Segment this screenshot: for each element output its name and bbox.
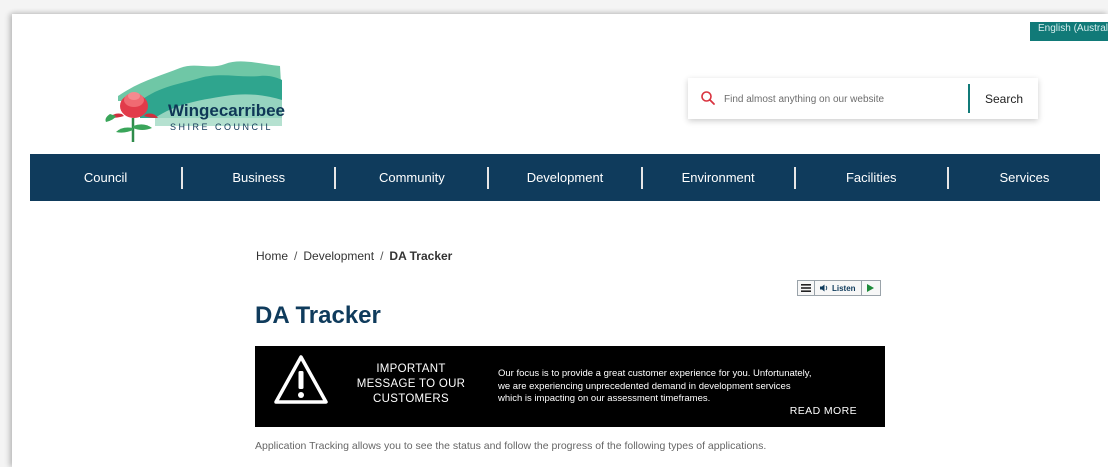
listen-menu-button[interactable] (798, 281, 815, 295)
menu-icon (801, 284, 811, 292)
speaker-icon (820, 284, 828, 292)
search-input[interactable] (722, 88, 966, 110)
nav-item-development[interactable]: Development (489, 154, 640, 201)
search-bar: Search (688, 78, 1038, 119)
important-message-banner: IMPORTANT MESSAGE TO OUR CUSTOMERS Our f… (255, 346, 885, 427)
search-button[interactable]: Search (974, 86, 1034, 111)
banner-message-line: we are experiencing unprecedented demand… (498, 380, 791, 392)
search-icon (701, 91, 715, 105)
breadcrumb-separator: / (380, 249, 384, 263)
search-divider (968, 84, 970, 113)
language-selector[interactable]: English (Australia) (1030, 22, 1108, 41)
page: English (Australia) Wingecarribee SHIRE … (12, 14, 1108, 467)
read-more-link[interactable]: READ MORE (790, 405, 857, 417)
banner-heading-line: MESSAGE TO OUR (356, 378, 466, 390)
banner-message-line: which is impacting on our assessment tim… (498, 393, 711, 404)
breadcrumb-development[interactable]: Development (303, 249, 374, 263)
banner-heading: IMPORTANT MESSAGE TO OUR CUSTOMERS (351, 362, 471, 407)
listen-label: Listen (832, 283, 856, 293)
breadcrumb-home[interactable]: Home (256, 249, 288, 263)
nav-item-community[interactable]: Community (336, 154, 487, 201)
nav-item-business[interactable]: Business (183, 154, 334, 201)
breadcrumb-current: DA Tracker (389, 249, 453, 263)
banner-heading-line: CUSTOMERS (373, 393, 449, 405)
nav-item-council[interactable]: Council (30, 154, 181, 201)
warning-icon (274, 355, 328, 404)
nav-item-facilities[interactable]: Facilities (796, 154, 947, 201)
listen-widget: Listen (797, 280, 881, 296)
main-nav: Council Business Community Development E… (30, 154, 1100, 201)
nav-item-environment[interactable]: Environment (643, 154, 794, 201)
banner-heading-line: IMPORTANT (376, 363, 446, 375)
breadcrumb-separator: / (294, 249, 298, 263)
banner-message-line: Our focus is to provide a great customer… (498, 368, 812, 379)
logo-subtitle: SHIRE COUNCIL (170, 122, 274, 132)
nav-item-services[interactable]: Services (949, 154, 1100, 201)
banner-message: Our focus is to provide a great customer… (498, 368, 878, 406)
breadcrumb: Home / Development / DA Tracker (256, 249, 452, 263)
listen-play-button[interactable] (862, 281, 880, 295)
logo-name: Wingecarribee (168, 101, 285, 120)
play-icon (867, 284, 875, 292)
page-title: DA Tracker (255, 302, 381, 329)
listen-button[interactable]: Listen (815, 281, 862, 295)
intro-text: Application Tracking allows you to see t… (255, 440, 767, 452)
